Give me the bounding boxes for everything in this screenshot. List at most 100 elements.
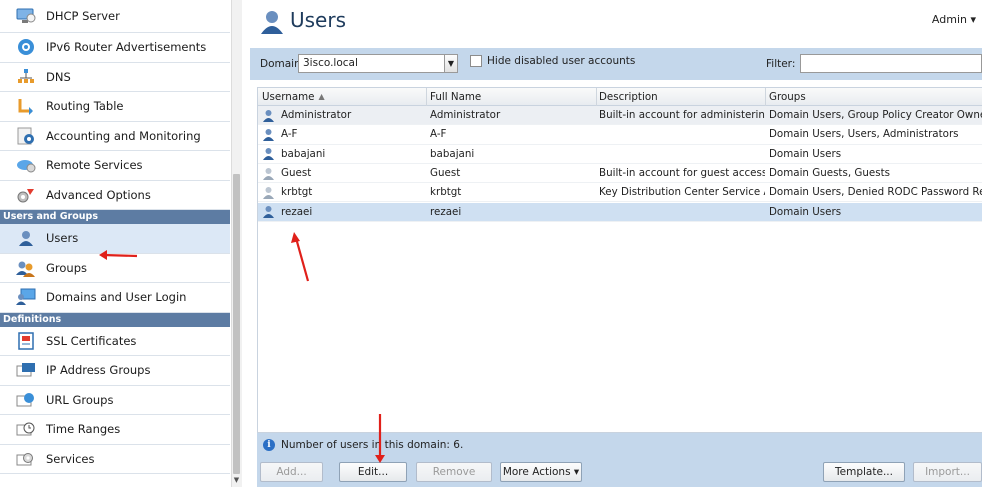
filter-label: Filter:	[766, 58, 796, 70]
dhcp-server-icon	[16, 7, 36, 25]
cell-description	[599, 125, 765, 143]
hide-disabled-label[interactable]: Hide disabled user accounts	[487, 55, 635, 67]
cell-full-name: babajani	[430, 147, 475, 160]
ip-address-groups-icon	[16, 361, 36, 379]
cell-description	[599, 145, 765, 163]
import-button[interactable]: Import...	[913, 462, 982, 482]
sort-ascending-icon: ▲	[318, 92, 325, 101]
table-row[interactable]: Guest Guest Built-in account for guest a…	[258, 164, 982, 184]
action-button-bar: Add... Edit... Remove More Actions ▾ Tem…	[257, 457, 982, 487]
sidebar-item-time-ranges[interactable]: Time Ranges	[0, 415, 230, 445]
sidebar-item-dhcp-server[interactable]: DHCP Server	[0, 0, 230, 33]
sidebar-item-users[interactable]: Users	[0, 224, 230, 254]
sidebar-item-advanced-options[interactable]: Advanced Options	[0, 180, 230, 210]
sidebar-item-label: Advanced Options	[46, 187, 151, 202]
sidebar-item-label: Time Ranges	[46, 422, 121, 437]
filter-input[interactable]	[800, 54, 982, 73]
column-divider[interactable]	[426, 88, 427, 106]
users-table: Username ▲ Full Name Description Groups …	[257, 87, 982, 433]
sidebar-item-url-groups[interactable]: URL Groups	[0, 385, 230, 415]
sidebar-item-label: DHCP Server	[46, 9, 120, 23]
sidebar-item-label: URL Groups	[46, 392, 114, 407]
cell-groups: Domain Users, Users, Administrators	[769, 128, 959, 141]
user-icon	[262, 147, 275, 161]
routing-table-icon	[16, 97, 36, 116]
sidebar-item-label: Services	[46, 451, 95, 466]
url-groups-icon	[16, 391, 36, 409]
sidebar-item-routing-table[interactable]: Routing Table	[0, 92, 230, 122]
disabled-user-icon	[262, 167, 275, 180]
domain-toolbar: Domain: 3isco.local ▼ Hide disabled user…	[250, 48, 982, 80]
cell-username: babajani	[281, 147, 326, 160]
chevron-down-icon[interactable]: ▼	[444, 54, 458, 73]
add-button[interactable]: Add...	[260, 462, 323, 482]
sidebar-scroll-thumb[interactable]	[233, 174, 240, 474]
main-panel: Users Admin ▾ Domain: 3isco.local ▼ Hide…	[247, 0, 982, 487]
users-title-icon	[259, 10, 285, 34]
ipv6-icon	[16, 38, 36, 56]
disabled-user-icon	[262, 186, 275, 199]
sidebar-item-domains-and-user-login[interactable]: Domains and User Login	[0, 283, 230, 313]
table-row[interactable]: krbtgt krbtgt Key Distribution Center Se…	[258, 183, 982, 203]
hide-disabled-checkbox[interactable]	[470, 55, 482, 67]
dns-icon	[16, 68, 36, 86]
table-row-selected[interactable]: rezaei rezaei Domain Users	[258, 202, 982, 222]
column-header-username[interactable]: Username ▲	[262, 88, 424, 105]
cell-groups: Domain Users, Group Policy Creator Owner…	[769, 109, 982, 122]
user-icon	[262, 205, 275, 219]
services-icon	[16, 450, 36, 468]
domains-icon	[16, 288, 36, 306]
cell-description	[599, 203, 765, 221]
sidebar-item-groups[interactable]: Groups	[0, 253, 230, 283]
sidebar-item-label: Accounting and Monitoring	[46, 128, 201, 143]
column-header-full-name[interactable]: Full Name	[430, 88, 595, 105]
more-actions-button[interactable]: More Actions ▾	[500, 462, 582, 482]
column-divider[interactable]	[765, 88, 766, 106]
sidebar-item-ip-address-groups[interactable]: IP Address Groups	[0, 356, 230, 386]
template-button[interactable]: Template...	[823, 462, 905, 482]
cell-full-name: Guest	[430, 167, 461, 180]
column-header-description[interactable]: Description	[599, 88, 765, 105]
cell-groups: Domain Guests, Guests	[769, 167, 890, 180]
sidebar: DHCP Server IPv6 Router Advertisements D…	[0, 0, 242, 487]
sidebar-item-dns[interactable]: DNS	[0, 62, 230, 92]
table-row[interactable]: A-F A-F Domain Users, Users, Administrat…	[258, 125, 982, 145]
scroll-down-icon[interactable]: ▼	[233, 476, 240, 485]
edit-button[interactable]: Edit...	[339, 462, 407, 482]
table-row[interactable]: Administrator Administrator Built-in acc…	[258, 106, 982, 126]
column-divider[interactable]	[596, 88, 597, 106]
admin-menu[interactable]: Admin ▾	[932, 13, 976, 26]
remove-button[interactable]: Remove	[416, 462, 492, 482]
status-bar: i Number of users in this domain: 6.	[257, 433, 982, 457]
sidebar-item-label: IPv6 Router Advertisements	[46, 40, 207, 55]
sidebar-item-label: Domains and User Login	[46, 290, 187, 305]
table-row[interactable]: babajani babajani Domain Users	[258, 145, 982, 164]
groups-icon	[16, 259, 36, 277]
sidebar-item-services[interactable]: Services	[0, 444, 230, 474]
users-icon	[16, 229, 36, 247]
title-bar: Users Admin ▾	[247, 0, 982, 38]
cell-groups: Domain Users, Denied RODC Password Repl.…	[769, 186, 982, 199]
user-count-status: Number of users in this domain: 6.	[281, 439, 464, 451]
advanced-options-icon	[16, 186, 36, 204]
cell-description: Built-in account for administering...	[599, 109, 765, 122]
sidebar-item-label: IP Address Groups	[46, 363, 151, 378]
cell-full-name: rezaei	[430, 205, 462, 218]
info-icon: i	[263, 439, 275, 451]
sidebar-item-accounting-and-monitoring[interactable]: Accounting and Monitoring	[0, 121, 230, 151]
sidebar-item-ssl-certificates[interactable]: SSL Certificates	[0, 326, 230, 356]
cell-description: Key Distribution Center Service A...	[599, 186, 765, 199]
page-title: Users	[290, 8, 347, 32]
cell-username: Guest	[281, 167, 312, 180]
sidebar-item-label: Groups	[46, 260, 88, 275]
cell-username: A-F	[281, 128, 298, 141]
remote-services-icon	[16, 156, 36, 174]
cell-full-name: krbtgt	[430, 186, 462, 199]
column-header-groups[interactable]: Groups	[769, 88, 982, 105]
domain-select[interactable]: 3isco.local	[298, 54, 458, 73]
sidebar-item-ipv6-router-advertisements[interactable]: IPv6 Router Advertisements	[0, 33, 230, 63]
cell-username: Administrator	[281, 109, 352, 122]
cell-username: krbtgt	[281, 186, 313, 199]
sidebar-item-remote-services[interactable]: Remote Services	[0, 151, 230, 181]
user-icon	[262, 109, 275, 122]
